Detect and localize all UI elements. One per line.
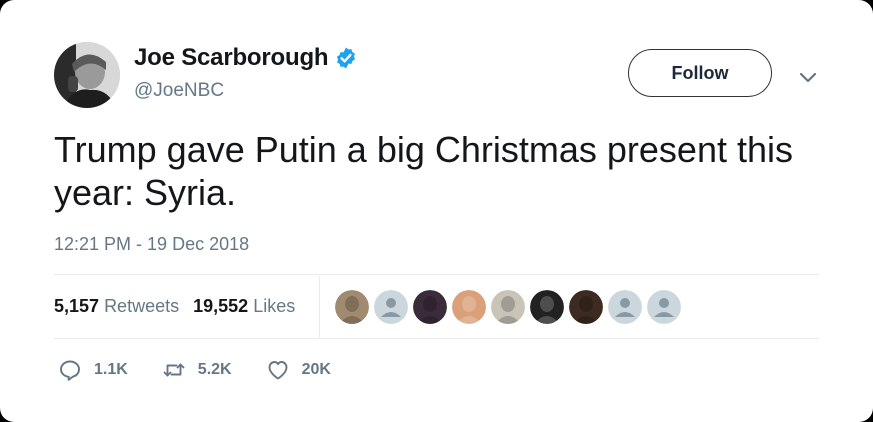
tweet-card: Joe Scarborough @JoeNBC Follow Trump gav…: [0, 0, 873, 422]
verified-badge-icon: [337, 47, 356, 69]
author-handle[interactable]: @JoeNBC: [134, 80, 224, 102]
liker-photo: [452, 290, 486, 324]
avatar-photo: [54, 42, 120, 108]
engagement-stats: 5,157 Retweets 19,552 Likes: [54, 296, 309, 317]
reply-icon: [60, 360, 80, 381]
default-avatar-icon: [374, 290, 408, 324]
divider-top: [54, 274, 819, 275]
author-name[interactable]: Joe Scarborough: [134, 44, 329, 72]
likes-label: Likes: [253, 296, 296, 316]
follow-button[interactable]: Follow: [628, 49, 772, 97]
liker-photo: [569, 290, 603, 324]
stats-separator: [319, 276, 320, 338]
liker-avatars: [335, 290, 686, 324]
retweets-stat[interactable]: 5,157 Retweets: [54, 296, 179, 317]
author-avatar[interactable]: [54, 42, 120, 108]
retweets-count: 5,157: [54, 296, 100, 316]
tweet-text: Trump gave Putin a big Christmas present…: [54, 129, 793, 213]
liker-photo: [413, 290, 447, 324]
retweet-count: 5.2K: [197, 361, 232, 378]
default-avatar-icon: [608, 290, 642, 324]
chevron-down-icon[interactable]: [797, 66, 819, 88]
reply-count: 1.1K: [94, 361, 128, 378]
retweet-icon: [163, 363, 185, 377]
liker-avatar[interactable]: [452, 290, 486, 324]
retweets-label: Retweets: [104, 296, 180, 316]
liker-photo: [491, 290, 525, 324]
liker-avatar[interactable]: [413, 290, 447, 324]
liker-photo: [530, 290, 564, 324]
tweet-actions: 1.1K 5.2K 20K: [58, 358, 365, 382]
retweet-action[interactable]: 5.2K: [162, 358, 232, 382]
likes-count: 19,552: [193, 296, 249, 316]
liker-avatar[interactable]: [647, 290, 681, 324]
reply-action[interactable]: 1.1K: [58, 358, 128, 382]
liker-avatar[interactable]: [530, 290, 564, 324]
liker-avatar[interactable]: [491, 290, 525, 324]
liker-avatar[interactable]: [569, 290, 603, 324]
heart-icon: [268, 361, 288, 380]
divider-bottom: [54, 338, 819, 339]
tweet-timestamp[interactable]: 12:21 PM - 19 Dec 2018: [54, 234, 249, 255]
like-count: 20K: [301, 361, 331, 378]
liker-avatar[interactable]: [374, 290, 408, 324]
liker-photo: [335, 290, 369, 324]
like-action[interactable]: 20K: [266, 358, 331, 382]
liker-avatar[interactable]: [335, 290, 369, 324]
liker-avatar[interactable]: [608, 290, 642, 324]
likes-stat[interactable]: 19,552 Likes: [193, 296, 295, 317]
default-avatar-icon: [647, 290, 681, 324]
